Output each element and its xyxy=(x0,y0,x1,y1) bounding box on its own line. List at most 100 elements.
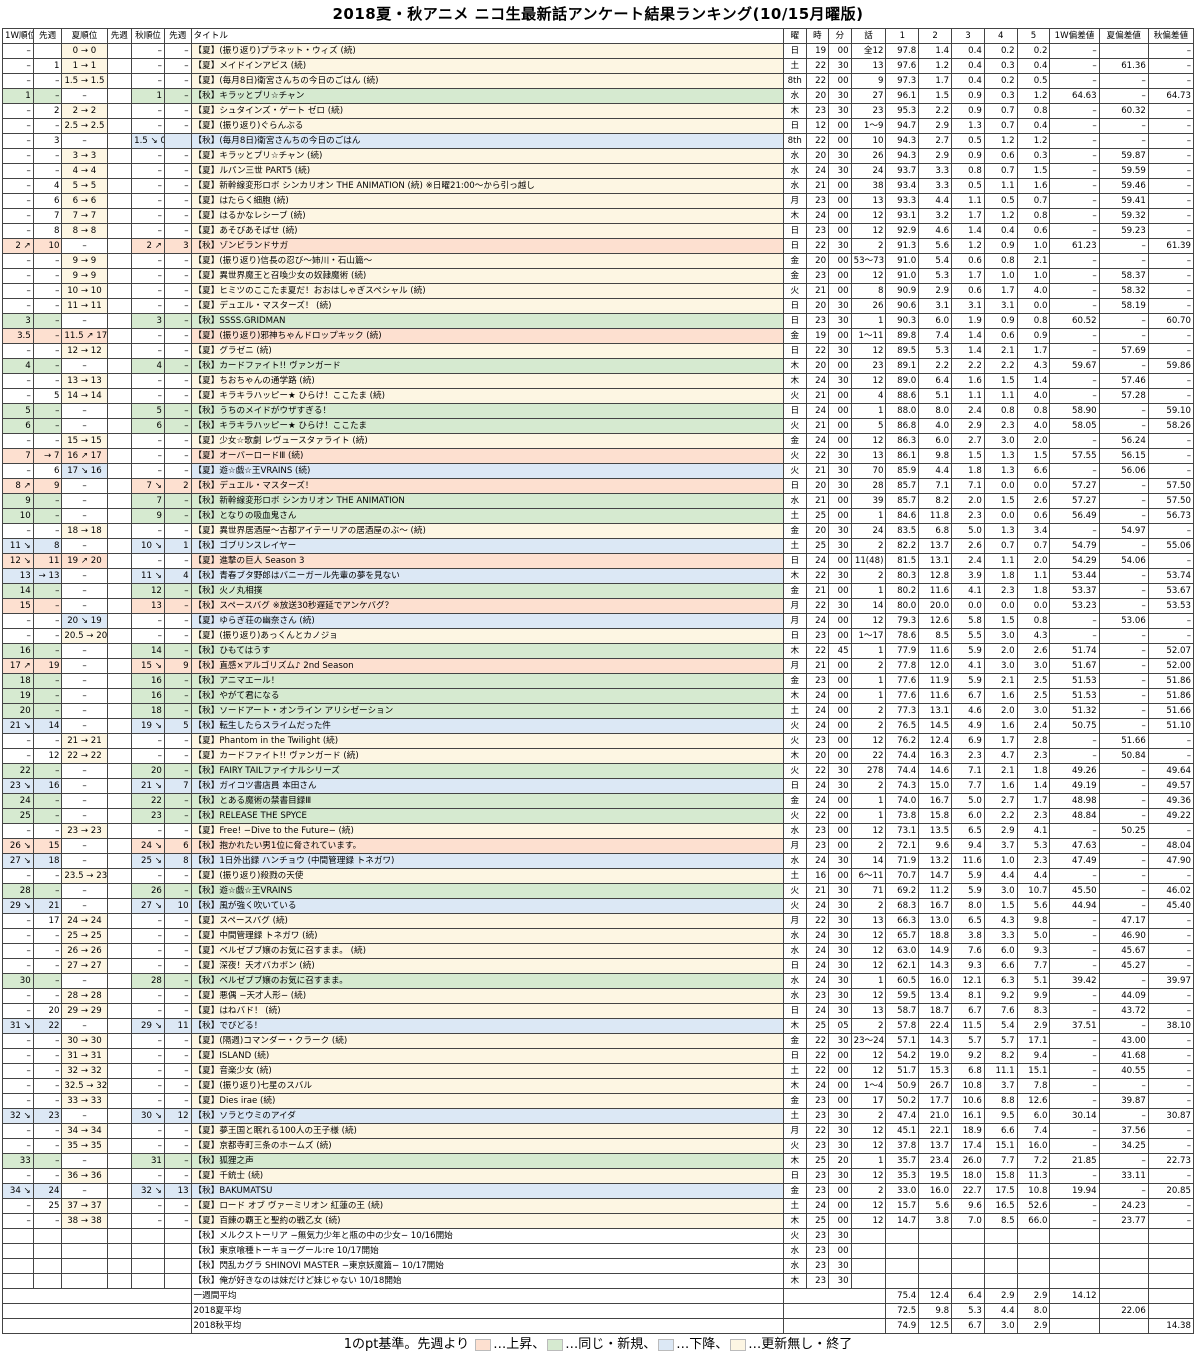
minute: 30 xyxy=(828,943,852,959)
vote-2: 18.7 xyxy=(918,1003,953,1019)
rank-autumn-prev: – xyxy=(163,688,192,704)
rank-summer: 30 → 30 xyxy=(61,1033,108,1049)
weekday: 水 xyxy=(782,88,807,104)
table-row: – –9 → 9– – 【夏】(振り返り)信長の忍び〜姉川・石山篇〜金 20 00 53〜7… xyxy=(2,253,1195,269)
rank-summer-prev xyxy=(106,223,133,239)
vote-2: 19.5 xyxy=(918,1168,953,1184)
rank-1w-prev: 4 xyxy=(32,178,63,194)
rank-summer: 10 → 10 xyxy=(61,283,108,299)
weekday: 土 xyxy=(782,1198,807,1214)
vote-3: 1.4 xyxy=(951,328,985,344)
vote-3: 1.3 xyxy=(951,118,985,134)
vote-5: 0.8 xyxy=(1016,103,1051,119)
deviation-autumn: – xyxy=(1147,748,1195,764)
anime-title: 【秋】とある魔術の禁書目録Ⅲ xyxy=(190,793,784,809)
deviation-1w: 44.94 xyxy=(1049,898,1100,914)
minute: 30 xyxy=(828,523,852,539)
deviation-summer: 54.97 xyxy=(1098,523,1149,539)
rank-1w-prev: – xyxy=(32,823,63,839)
rank-1w-prev: 12 xyxy=(32,748,63,764)
rank-summer-prev xyxy=(106,328,133,344)
weekday: 木 xyxy=(782,748,807,764)
minute: 30 xyxy=(828,763,852,779)
weekday: 土 xyxy=(782,703,807,719)
vote-2: 8.0 xyxy=(918,403,953,419)
vote-3: 18.9 xyxy=(951,1123,985,1139)
vote-1: 57.8 xyxy=(885,1018,920,1034)
header-cell: 1W偏差値 xyxy=(1049,28,1100,44)
minute: 30 xyxy=(828,343,852,359)
minute: 00 xyxy=(828,493,852,509)
rank-autumn: 14 xyxy=(131,643,165,659)
rank-1w-prev: 18 xyxy=(32,853,63,869)
vote-4: 1.5 xyxy=(983,613,1018,629)
weekday: 木 xyxy=(782,1213,807,1229)
vote-3: 1.4 xyxy=(951,223,985,239)
rank-summer: – xyxy=(61,703,108,719)
episode xyxy=(850,1258,887,1274)
rank-1w-prev: 23 xyxy=(32,1108,63,1124)
anime-title: 【秋】1日外出録 ハンチョウ (中間管理録 トネガワ) xyxy=(190,853,784,869)
deviation-autumn: – xyxy=(1147,943,1195,959)
anime-title: 【秋】キラキラハッピー★ ひらけ！ここたま xyxy=(190,418,784,434)
vote-3: 0.8 xyxy=(951,163,985,179)
avg-vote-3: 5.3 xyxy=(951,1303,985,1319)
vote-3: 9.3 xyxy=(951,958,985,974)
rank-autumn-prev: – xyxy=(163,973,192,989)
deviation-1w: – xyxy=(1049,133,1100,149)
rank-summer-prev xyxy=(106,598,133,614)
vote-2: 2.2 xyxy=(918,358,953,374)
rank-1w: 19 xyxy=(2,688,34,704)
vote-3: 3.8 xyxy=(951,928,985,944)
rank-1w: 7 xyxy=(2,448,34,464)
deviation-1w: 37.51 xyxy=(1049,1018,1100,1034)
vote-1: 90.9 xyxy=(885,283,920,299)
episode: 13 xyxy=(850,1003,887,1019)
rank-1w-prev: – xyxy=(32,598,63,614)
rank-autumn-prev: 1 xyxy=(163,538,192,554)
rank-summer: – xyxy=(61,478,108,494)
rank-1w: 4 xyxy=(2,358,34,374)
vote-4: 0.6 xyxy=(983,328,1018,344)
vote-1: 37.8 xyxy=(885,1138,920,1154)
table-row: 17 ↗ 19–15 ↘ 9 【秋】直感×アルゴリズム♪ 2nd Season 月 21 0… xyxy=(2,658,1195,674)
weekday: 水 xyxy=(782,928,807,944)
deviation-autumn: 45.40 xyxy=(1147,898,1195,914)
rank-autumn: – xyxy=(131,373,165,389)
hour: 21 xyxy=(805,463,830,479)
rank-summer-prev xyxy=(106,1168,133,1184)
header-cell: 4 xyxy=(983,28,1018,44)
vote-3: 1.4 xyxy=(951,343,985,359)
vote-4: 1.5 xyxy=(983,898,1018,914)
vote-5: 9.4 xyxy=(1016,1048,1051,1064)
deviation-summer: 41.68 xyxy=(1098,1048,1149,1064)
anime-title: 【夏】ゆらぎ荘の幽奈さん (続) xyxy=(190,613,784,629)
rank-autumn-prev: – xyxy=(163,343,192,359)
vote-4: 4.7 xyxy=(983,748,1018,764)
vote-4: 1.6 xyxy=(983,778,1018,794)
rank-1w-prev: 19 xyxy=(32,658,63,674)
vote-2: 13.5 xyxy=(918,823,953,839)
deviation-autumn: 60.70 xyxy=(1147,313,1195,329)
vote-5: 3.0 xyxy=(1016,703,1051,719)
deviation-autumn: – xyxy=(1147,1033,1195,1049)
rank-summer-prev xyxy=(106,388,133,404)
episode: 12 xyxy=(850,823,887,839)
vote-5: 1.0 xyxy=(1016,268,1051,284)
rank-autumn-prev: 6 xyxy=(163,838,192,854)
deviation-summer: – xyxy=(1098,403,1149,419)
anime-title: 【夏】千銃士 (続) xyxy=(190,1168,784,1184)
average-row: 2018夏平均 72.5 9.8 5.3 4.4 8.0 22.06 xyxy=(2,1303,1195,1319)
vote-5: 2.6 xyxy=(1016,643,1051,659)
vote-5: 0.0 xyxy=(1016,478,1051,494)
minute: 00 xyxy=(828,73,852,89)
vote-2: 15.3 xyxy=(918,1063,953,1079)
rank-summer-prev xyxy=(106,103,133,119)
vote-2: 12.6 xyxy=(918,613,953,629)
vote-4: 1.2 xyxy=(983,133,1018,149)
vote-4: 0.2 xyxy=(983,43,1018,59)
header-cell: 先週 xyxy=(32,28,63,44)
rank-autumn xyxy=(131,1228,165,1244)
deviation-autumn: 47.90 xyxy=(1147,853,1195,869)
rank-1w: – xyxy=(2,748,34,764)
